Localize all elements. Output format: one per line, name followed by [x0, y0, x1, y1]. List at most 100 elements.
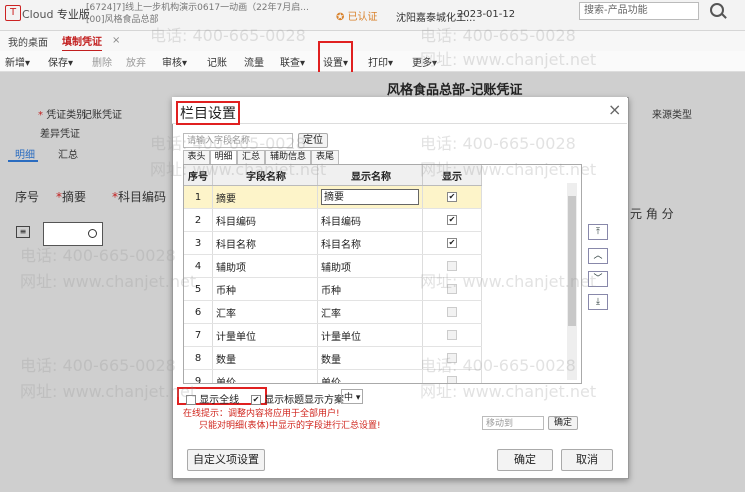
row-seq: 2 — [184, 208, 213, 232]
search-icon[interactable] — [710, 3, 724, 17]
show-checkbox[interactable] — [447, 329, 457, 340]
row-seq: 4 — [184, 254, 213, 278]
display-name-text: 辅助项 — [321, 262, 351, 274]
row-show[interactable]: ✔ — [422, 231, 482, 255]
brand: Cloud 专业版 — [22, 8, 90, 21]
section-tab-header[interactable]: 表头 — [183, 150, 210, 164]
save-button[interactable]: 保存▾ — [48, 54, 73, 69]
post-button[interactable]: 记账 — [207, 54, 227, 69]
table-row[interactable]: 1 摘要 摘要 ✔ — [184, 185, 482, 209]
move-to-input[interactable]: 移动到 — [482, 416, 544, 430]
show-all-lines-option[interactable]: 显示全线 — [186, 391, 239, 406]
account-line-2: [00]风格食品总部 — [86, 15, 159, 25]
tab-fill-voucher[interactable]: 填制凭证 — [62, 33, 102, 52]
show-checkbox[interactable] — [447, 283, 457, 294]
row-insert-icon[interactable]: ≡ — [16, 226, 30, 238]
discard-button[interactable]: 放弃 — [126, 54, 146, 69]
col-header-display: 显示名称 — [317, 165, 423, 186]
row-field-name: 单价 — [212, 369, 318, 383]
summary-search-icon[interactable] — [88, 229, 97, 238]
show-checkbox[interactable]: ✔ — [447, 191, 457, 202]
custom-items-button[interactable]: 自定义项设置 — [187, 449, 265, 471]
locate-button[interactable]: 定位 — [298, 133, 328, 148]
close-tab-icon[interactable]: × — [112, 35, 120, 46]
move-top-button[interactable]: ⤒ — [588, 224, 608, 240]
table-row[interactable]: 8 数量 数量 — [184, 346, 482, 370]
cancel-button[interactable]: 取消 — [561, 449, 613, 471]
row-show[interactable] — [422, 323, 482, 347]
row-show[interactable]: ✔ — [422, 208, 482, 232]
voucher-type-value[interactable]: 记账凭证 — [82, 106, 122, 121]
show-checkbox[interactable] — [447, 375, 457, 383]
row-field-name: 汇率 — [212, 300, 318, 324]
close-icon[interactable]: × — [608, 100, 621, 119]
show-checkbox[interactable] — [447, 306, 457, 317]
dialog-header — [172, 97, 627, 124]
row-display-name[interactable]: 摘要 — [317, 185, 423, 209]
move-down-button[interactable]: ﹀ — [588, 271, 608, 287]
table-row[interactable]: 7 计量单位 计量单位 — [184, 323, 482, 347]
table-row[interactable]: 2 科目编码 科目编码 ✔ — [184, 208, 482, 232]
section-tab-summary[interactable]: 汇总 — [237, 150, 265, 164]
row-display-name[interactable]: 数量 — [317, 346, 423, 370]
table-row[interactable]: 3 科目名称 科目名称 ✔ — [184, 231, 482, 255]
move-up-button[interactable]: ︿ — [588, 248, 608, 264]
show-checkbox[interactable]: ✔ — [447, 214, 457, 225]
row-display-name[interactable]: 计量单位 — [317, 323, 423, 347]
tab-my-desktop[interactable]: 我的桌面 — [8, 34, 48, 49]
table-scroll-thumb[interactable] — [568, 196, 576, 326]
show-checkbox[interactable] — [447, 352, 457, 363]
subtab-summary[interactable]: 汇总 — [58, 146, 78, 161]
row-display-name[interactable]: 科目编码 — [317, 208, 423, 232]
delete-button[interactable]: 删除 — [92, 54, 112, 69]
display-name-text: 数量 — [321, 354, 341, 366]
tip-line-2: 只能对明细(表体)中显示的字段进行汇总设置! — [199, 421, 381, 431]
table-row[interactable]: 4 辅助项 辅助项 — [184, 254, 482, 278]
show-title-option[interactable]: ✔ 显示标题 — [251, 391, 304, 406]
audit-button[interactable]: 审核▾ — [162, 54, 187, 69]
row-show[interactable] — [422, 346, 482, 370]
table-row[interactable]: 5 币种 币种 — [184, 277, 482, 301]
move-bottom-button[interactable]: ⤓ — [588, 294, 608, 310]
display-scheme-select[interactable]: 中 ▾ — [341, 389, 364, 404]
col-header-seq: 序号 — [184, 165, 213, 186]
row-display-name[interactable]: 币种 — [317, 277, 423, 301]
row-show[interactable] — [422, 277, 482, 301]
subtab-indicator — [8, 160, 38, 162]
row-field-name: 币种 — [212, 277, 318, 301]
col-header-show: 显示 — [422, 165, 482, 186]
row-seq: 3 — [184, 231, 213, 255]
row-show[interactable]: ✔ — [422, 185, 482, 209]
more-button[interactable]: 更多▾ — [412, 54, 437, 69]
row-display-name[interactable]: 汇率 — [317, 300, 423, 324]
row-show[interactable] — [422, 254, 482, 278]
row-display-name[interactable]: 科目名称 — [317, 231, 423, 255]
login-date: 2023-01-12 — [457, 9, 516, 20]
subtab-detail[interactable]: 明细 — [15, 146, 35, 161]
show-checkbox[interactable] — [447, 260, 457, 271]
row-field-name: 科目编码 — [212, 208, 318, 232]
row-show[interactable] — [422, 369, 482, 383]
section-tab-footer[interactable]: 表尾 — [311, 150, 339, 164]
table-row[interactable]: 9 单价 单价 — [184, 369, 482, 383]
row-show[interactable] — [422, 300, 482, 324]
move-to-confirm-button[interactable]: 确定 — [548, 416, 578, 430]
section-tab-aux[interactable]: 辅助信息 — [265, 150, 311, 164]
product-search-input[interactable]: 搜索-产品功能 — [579, 2, 699, 20]
print-button[interactable]: 打印▾ — [368, 54, 393, 69]
ok-button[interactable]: 确定 — [497, 449, 553, 471]
row-seq: 1 — [184, 185, 213, 209]
display-name-edit-input[interactable]: 摘要 — [321, 189, 419, 205]
settings-button[interactable]: 设置▾ — [318, 41, 354, 74]
cashflow-button[interactable]: 流量 — [244, 54, 264, 69]
query-button[interactable]: 联查▾ — [280, 54, 305, 69]
table-row[interactable]: 6 汇率 汇率 — [184, 300, 482, 324]
row-field-name: 辅助项 — [212, 254, 318, 278]
row-display-name[interactable]: 辅助项 — [317, 254, 423, 278]
show-checkbox[interactable]: ✔ — [447, 237, 457, 248]
new-button[interactable]: 新增▾ — [5, 54, 30, 69]
row-display-name[interactable]: 单价 — [317, 369, 423, 383]
display-scheme-label: 显示方案 — [304, 395, 344, 406]
section-tab-detail[interactable]: 明细 — [210, 150, 237, 164]
field-search-input[interactable]: 请输入字段名称 — [183, 133, 293, 148]
